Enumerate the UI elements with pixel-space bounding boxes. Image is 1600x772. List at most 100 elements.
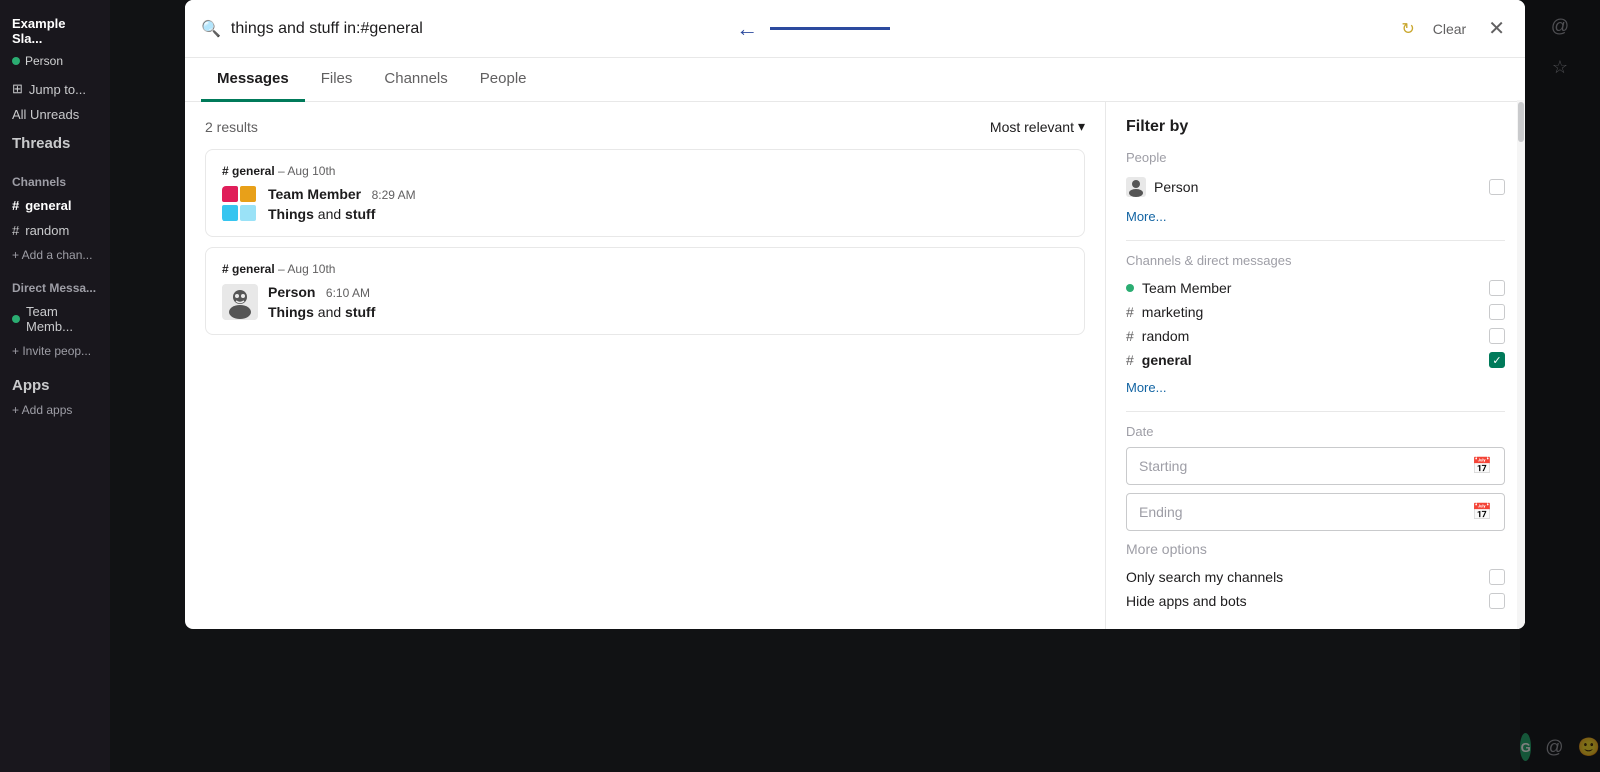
main-area: 🔍 ← ↻ Clear ✕ Messages Files Chann [110, 0, 1600, 772]
result-card-2[interactable]: # general – Aug 10th [205, 247, 1085, 335]
username-label: Person [25, 54, 63, 68]
date-ending-input[interactable]: Ending 📅 [1126, 493, 1505, 531]
workspace-name: Example Sla... [0, 8, 110, 50]
filter-channels-more[interactable]: More... [1126, 376, 1505, 399]
filter-channels-section: Channels & direct messages [1126, 253, 1505, 268]
scrollbar-thumb [1518, 102, 1524, 142]
sidebar-item-team-member[interactable]: Team Memb... [0, 299, 110, 339]
result-2-sender: Person [268, 284, 315, 300]
result-1-content: Team Member 8:29 AM Things and stuff [268, 186, 1068, 222]
filter-person-name: Person [1154, 179, 1198, 195]
filter-random-left: # random [1126, 328, 1189, 344]
result-1-avatar [222, 186, 258, 222]
tab-channels[interactable]: Channels [368, 58, 463, 102]
result-1-separator: – [278, 164, 287, 178]
result-1-channel-info: # general – Aug 10th [222, 164, 1068, 178]
tab-messages[interactable]: Messages [201, 58, 305, 102]
filter-marketing-checkbox[interactable] [1489, 304, 1505, 320]
filter-people-more[interactable]: More... [1126, 205, 1505, 228]
sidebar-item-random[interactable]: # random [0, 218, 110, 243]
result-1-sender: Team Member [268, 186, 361, 202]
invite-people-button[interactable]: + Invite peop... [0, 339, 110, 363]
filter-panel: Filter by People Pe [1105, 102, 1525, 629]
close-button[interactable]: ✕ [1484, 12, 1509, 45]
result-1-text-mid: and [318, 206, 345, 222]
jump-icon: ⊞ [12, 81, 23, 97]
filter-marketing-left: # marketing [1126, 304, 1203, 320]
filter-divider-2 [1126, 411, 1505, 412]
search-spinner: ↻ [1401, 19, 1414, 39]
only-my-channels-checkbox[interactable] [1489, 569, 1505, 585]
user-status: Person [0, 50, 110, 76]
result-2-highlight2: stuff [345, 304, 375, 320]
hash-icon-filter-random: # [1126, 328, 1134, 344]
all-unreads-label: All Unreads [12, 107, 79, 122]
tab-people[interactable]: People [464, 58, 543, 102]
filter-channel-marketing: # marketing [1126, 300, 1505, 324]
avatar-q4 [240, 205, 256, 221]
filter-tm-checkbox[interactable] [1489, 280, 1505, 296]
result-1-message-row: Team Member 8:29 AM Things and stuff [222, 186, 1068, 222]
date-starting-label: Starting [1139, 458, 1187, 474]
result-card-1[interactable]: # general – Aug 10th [205, 149, 1085, 237]
date-ending-label: Ending [1139, 504, 1183, 520]
filter-general-checkbox[interactable]: ✓ [1489, 352, 1505, 368]
threads-label: Threads [12, 135, 70, 152]
avatar-q3 [222, 205, 238, 221]
tm-online-dot [1126, 284, 1134, 292]
only-my-channels-label: Only search my channels [1126, 569, 1283, 585]
filter-person-checkbox[interactable] [1489, 179, 1505, 195]
sidebar-item-jump[interactable]: ⊞ Jump to... [0, 76, 110, 102]
avatar-q1 [222, 186, 238, 202]
result-1-date: Aug 10th [287, 164, 335, 178]
modal-scrollbar[interactable] [1517, 102, 1525, 629]
sidebar-item-threads[interactable]: Threads [0, 127, 110, 161]
content-area: 2 results Most relevant ▾ # general – Au… [185, 102, 1525, 629]
calendar-icon-ending: 📅 [1472, 502, 1492, 522]
jump-label: Jump to... [29, 82, 86, 97]
result-1-time: 8:29 AM [372, 188, 416, 202]
person-avatar-svg [222, 284, 258, 320]
chevron-down-icon: ▾ [1078, 118, 1085, 135]
dm-section-label: Direct Messa... [0, 267, 110, 299]
search-arrow-annotation: ← [736, 16, 758, 42]
clear-button[interactable]: Clear [1425, 17, 1474, 41]
result-2-time: 6:10 AM [326, 286, 370, 300]
tab-files[interactable]: Files [305, 58, 369, 102]
filter-hide-apps-bots: Hide apps and bots [1126, 589, 1505, 613]
result-2-avatar [222, 284, 258, 320]
hash-icon-filter-general: # [1126, 352, 1134, 368]
filter-title: Filter by [1126, 118, 1505, 136]
arrow-line [770, 27, 890, 30]
result-2-text: Things and stuff [268, 304, 1068, 320]
filter-channel-random: # random [1126, 324, 1505, 348]
sidebar-item-all-unreads[interactable]: All Unreads [0, 102, 110, 127]
filter-person-item: Person [1126, 173, 1505, 201]
channels-section-label: Channels [0, 161, 110, 193]
filter-random-name: random [1142, 328, 1189, 344]
filter-only-my-channels: Only search my channels [1126, 565, 1505, 589]
date-starting-input[interactable]: Starting 📅 [1126, 447, 1505, 485]
online-indicator [12, 57, 20, 65]
add-channel-button[interactable]: + Add a chan... [0, 243, 110, 267]
hide-apps-bots-checkbox[interactable] [1489, 593, 1505, 609]
result-1-channel: # general [222, 164, 275, 178]
filter-tm-left: Team Member [1126, 280, 1231, 296]
hash-icon-random: # [12, 223, 19, 238]
hide-apps-bots-label: Hide apps and bots [1126, 593, 1247, 609]
search-tabs: Messages Files Channels People [185, 58, 1525, 102]
sidebar-item-general[interactable]: # general [0, 193, 110, 218]
sidebar: Example Sla... Person ⊞ Jump to... All U… [0, 0, 110, 772]
add-apps-button[interactable]: + Add apps [0, 398, 110, 422]
result-1-highlight1: Things [268, 206, 314, 222]
result-2-text-mid: and [318, 304, 345, 320]
search-input[interactable] [231, 20, 722, 38]
result-1-text: Things and stuff [268, 206, 1068, 222]
filter-person-left: Person [1126, 177, 1198, 197]
filter-random-checkbox[interactable] [1489, 328, 1505, 344]
hash-icon-general: # [12, 198, 19, 213]
team-member-avatar [222, 186, 258, 222]
results-count: 2 results [205, 119, 258, 135]
sort-dropdown[interactable]: Most relevant ▾ [990, 118, 1085, 135]
filter-general-left: # general [1126, 352, 1192, 368]
